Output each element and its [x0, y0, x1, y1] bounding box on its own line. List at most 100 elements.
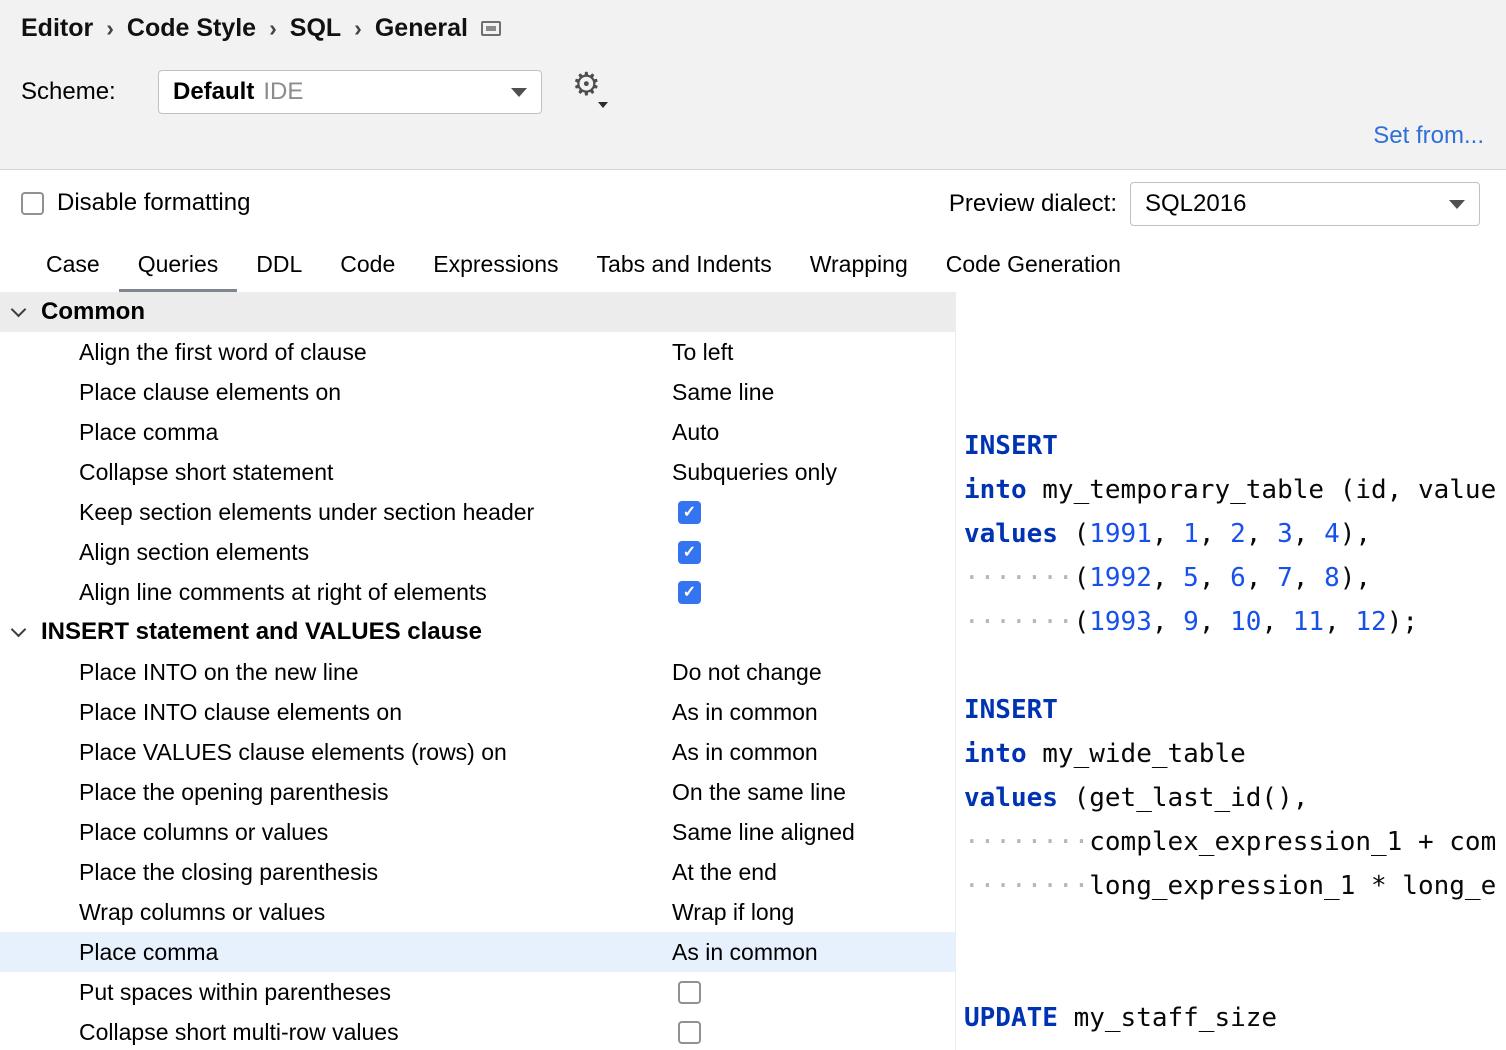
collapse-toggle[interactable]	[0, 630, 36, 635]
formatting-toolbar: Disable formatting Preview dialect: SQL2…	[0, 170, 1506, 240]
setting-row[interactable]: Place columns or valuesSame line aligned	[0, 812, 955, 852]
setting-row[interactable]: Wrap columns or valuesWrap if long	[0, 892, 955, 932]
code-token: ,	[1199, 519, 1230, 549]
preview-dialect-label: Preview dialect:	[949, 190, 1117, 218]
setting-value-dropdown[interactable]: On the same line	[672, 779, 846, 806]
code-token: 4	[1324, 519, 1340, 549]
tabs: CaseQueriesDDLCodeExpressionsTabs and In…	[0, 240, 1506, 292]
setting-value-dropdown[interactable]: Wrap if long	[672, 899, 794, 926]
settings-list: CommonAlign the first word of clauseTo l…	[0, 292, 955, 1050]
code-token: ,	[1246, 563, 1277, 593]
code-token: ,	[1152, 519, 1183, 549]
tab-code[interactable]: Code	[321, 240, 414, 292]
setting-row[interactable]: Place the opening parenthesis On the same…	[0, 772, 955, 812]
setting-row[interactable]: Keep section elements under section head…	[0, 492, 955, 532]
setting-checkbox[interactable]: ✓	[678, 501, 701, 524]
setting-value-dropdown[interactable]: At the end	[672, 859, 777, 886]
code-token: 2	[1230, 519, 1246, 549]
preview-dialect-dropdown[interactable]: SQL2016	[1130, 182, 1480, 226]
setting-value-dropdown[interactable]: As in common	[672, 939, 818, 966]
setting-row[interactable]: Align line comments at right of elements…	[0, 572, 955, 612]
setting-row[interactable]: Place comma Auto	[0, 412, 955, 452]
setting-checkbox[interactable]: ✓	[678, 541, 701, 564]
code-token: ,	[1293, 519, 1324, 549]
setting-row[interactable]: Place INTO clause elements on As in commo…	[0, 692, 955, 732]
code-line	[964, 908, 1506, 952]
tab-tabs-and-indents[interactable]: Tabs and Indents	[578, 240, 791, 292]
setting-checkbox[interactable]: ✓	[678, 581, 701, 604]
code-token: 11	[1293, 607, 1324, 637]
setting-label: Place VALUES clause elements (rows) on	[79, 739, 507, 766]
gear-dropdown-arrow-icon	[598, 102, 608, 108]
code-token: ),	[1340, 519, 1371, 549]
setting-checkbox[interactable]	[678, 1021, 701, 1044]
setting-row[interactable]: Put spaces within parentheses	[0, 972, 955, 1012]
tab-code-generation[interactable]: Code Generation	[927, 240, 1140, 292]
disable-formatting-checkbox[interactable]	[21, 192, 44, 215]
scheme-dropdown[interactable]: Default IDE	[158, 70, 542, 114]
tab-expressions[interactable]: Expressions	[414, 240, 577, 292]
setting-row[interactable]: Place clause elements onSame line	[0, 372, 955, 412]
setting-value-dropdown[interactable]: Same line aligned	[672, 819, 855, 846]
setting-label: Collapse short multi-row values	[79, 1019, 399, 1046]
code-token: (get_last_id(),	[1058, 783, 1308, 813]
tab-ddl[interactable]: DDL	[237, 240, 321, 292]
disable-formatting-group[interactable]: Disable formatting	[21, 189, 250, 217]
setting-value-dropdown[interactable]: Auto	[672, 419, 719, 446]
tab-case[interactable]: Case	[27, 240, 119, 292]
setting-value-dropdown[interactable]: Subqueries only	[672, 459, 837, 486]
tab-queries[interactable]: Queries	[119, 240, 238, 292]
preview-panel: INSERTinto my_temporary_table (id, value…	[955, 292, 1506, 1050]
setting-value-dropdown[interactable]: As in common	[672, 699, 818, 726]
setting-row[interactable]: Place INTO on the new lineDo not change	[0, 652, 955, 692]
breadcrumb-item-sql[interactable]: SQL	[290, 14, 341, 43]
breadcrumb-item-general[interactable]: General	[375, 14, 468, 43]
open-in-dialog-icon[interactable]	[481, 21, 501, 36]
breadcrumb: Editor›Code Style›SQL›General	[21, 14, 501, 43]
chevron-down-icon	[1449, 200, 1465, 209]
setting-row[interactable]: Place the closing parenthesisAt the end	[0, 852, 955, 892]
section-header: INSERT statement and VALUES clause	[0, 612, 955, 652]
open-in-dialog-icon-inner	[486, 26, 496, 31]
code-line: ········long_expression_1 * long_e	[964, 864, 1506, 908]
setting-label: Place the opening parenthesis	[79, 779, 388, 806]
code-line	[964, 952, 1506, 996]
setting-value-dropdown[interactable]: To left	[672, 339, 733, 366]
code-token: ,	[1324, 607, 1355, 637]
breadcrumb-item-code-style[interactable]: Code Style	[127, 14, 256, 43]
breadcrumb-item-editor[interactable]: Editor	[21, 14, 93, 43]
code-token: complex_expression_1 + com	[1089, 827, 1496, 857]
code-token: values	[964, 783, 1058, 813]
setting-value-dropdown[interactable]: Same line	[672, 379, 774, 406]
setting-row[interactable]: Place commaAs in common	[0, 932, 955, 972]
setting-row[interactable]: Collapse short multi-row values	[0, 1012, 955, 1050]
setting-row[interactable]: Collapse short statementSubqueries only	[0, 452, 955, 492]
code-token: 12	[1355, 607, 1386, 637]
code-token: ),	[1340, 563, 1371, 593]
set-from-link[interactable]: Set from...	[1373, 122, 1484, 150]
code-token: values	[964, 519, 1058, 549]
collapse-toggle[interactable]	[0, 310, 36, 315]
setting-row[interactable]: Align the first word of clauseTo left	[0, 332, 955, 372]
gear-icon[interactable]: ⚙	[572, 68, 601, 100]
setting-label: Place INTO clause elements on	[79, 699, 402, 726]
setting-row[interactable]: Align section elements✓	[0, 532, 955, 572]
setting-value-dropdown[interactable]: As in common	[672, 739, 818, 766]
code-token: 7	[1277, 563, 1293, 593]
code-token: UPDATE	[964, 1003, 1058, 1033]
code-token: (	[1074, 607, 1090, 637]
code-token: into	[964, 475, 1027, 505]
setting-checkbox[interactable]	[678, 981, 701, 1004]
code-line: set id··············= id + 1,	[964, 1040, 1506, 1050]
code-token: ········	[964, 827, 1089, 857]
tab-wrapping[interactable]: Wrapping	[791, 240, 927, 292]
setting-label: Place comma	[79, 419, 218, 446]
chevron-down-icon	[511, 88, 527, 97]
code-line: into my_wide_table	[964, 732, 1506, 776]
code-token: long_expression_1 * long_e	[1089, 871, 1496, 901]
code-token: INSERT	[964, 431, 1058, 461]
setting-row[interactable]: Place VALUES clause elements (rows) on As…	[0, 732, 955, 772]
code-line: INSERT	[964, 424, 1506, 468]
setting-value-dropdown[interactable]: Do not change	[672, 659, 822, 686]
code-token: ,	[1246, 519, 1277, 549]
